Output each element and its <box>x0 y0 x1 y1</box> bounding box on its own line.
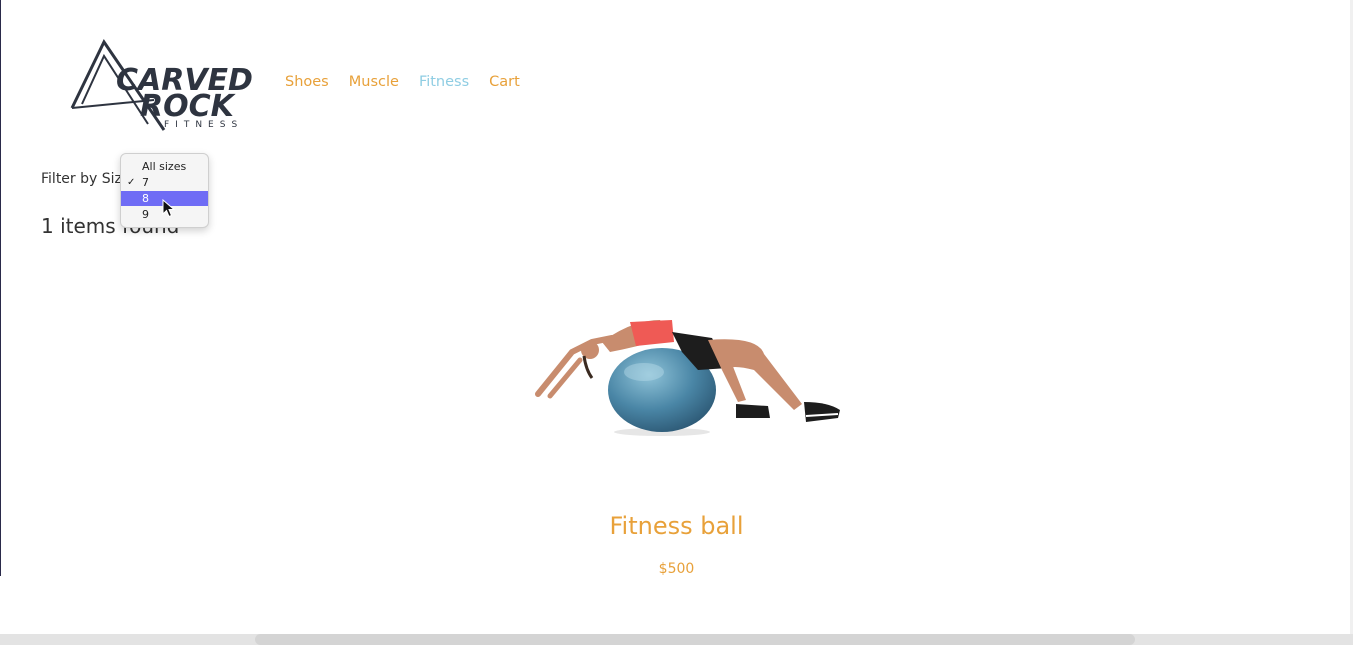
nav-muscle[interactable]: Muscle <box>349 74 399 90</box>
dropdown-option-7[interactable]: ✓ 7 <box>121 175 208 190</box>
mouse-cursor-icon <box>162 199 176 218</box>
product-price: $500 <box>658 561 695 577</box>
nav-shoes[interactable]: Shoes <box>285 74 329 90</box>
nav-fitness[interactable]: Fitness <box>419 74 469 90</box>
window-edge-left <box>0 0 1 576</box>
main-nav: Shoes Muscle Fitness Cart <box>285 74 520 90</box>
option-label: 7 <box>142 176 149 189</box>
nav-cart[interactable]: Cart <box>489 74 520 90</box>
logo-text-rock: ROCK <box>140 89 237 124</box>
dropdown-option-all-sizes[interactable]: All sizes <box>121 159 208 174</box>
option-label: 9 <box>142 208 149 221</box>
product-name[interactable]: Fitness ball <box>0 512 1353 540</box>
fitness-ball-product-image[interactable] <box>532 312 844 438</box>
option-label: All sizes <box>142 160 187 173</box>
checkmark-icon: ✓ <box>127 177 136 188</box>
logo-text-fitness: FITNESS <box>164 120 243 130</box>
scrollbar-thumb[interactable] <box>255 634 1135 645</box>
horizontal-scrollbar[interactable] <box>0 634 1353 645</box>
carved-rock-logo[interactable]: CARVED ROCK FITNESS <box>68 38 264 132</box>
option-label: 8 <box>142 192 149 205</box>
